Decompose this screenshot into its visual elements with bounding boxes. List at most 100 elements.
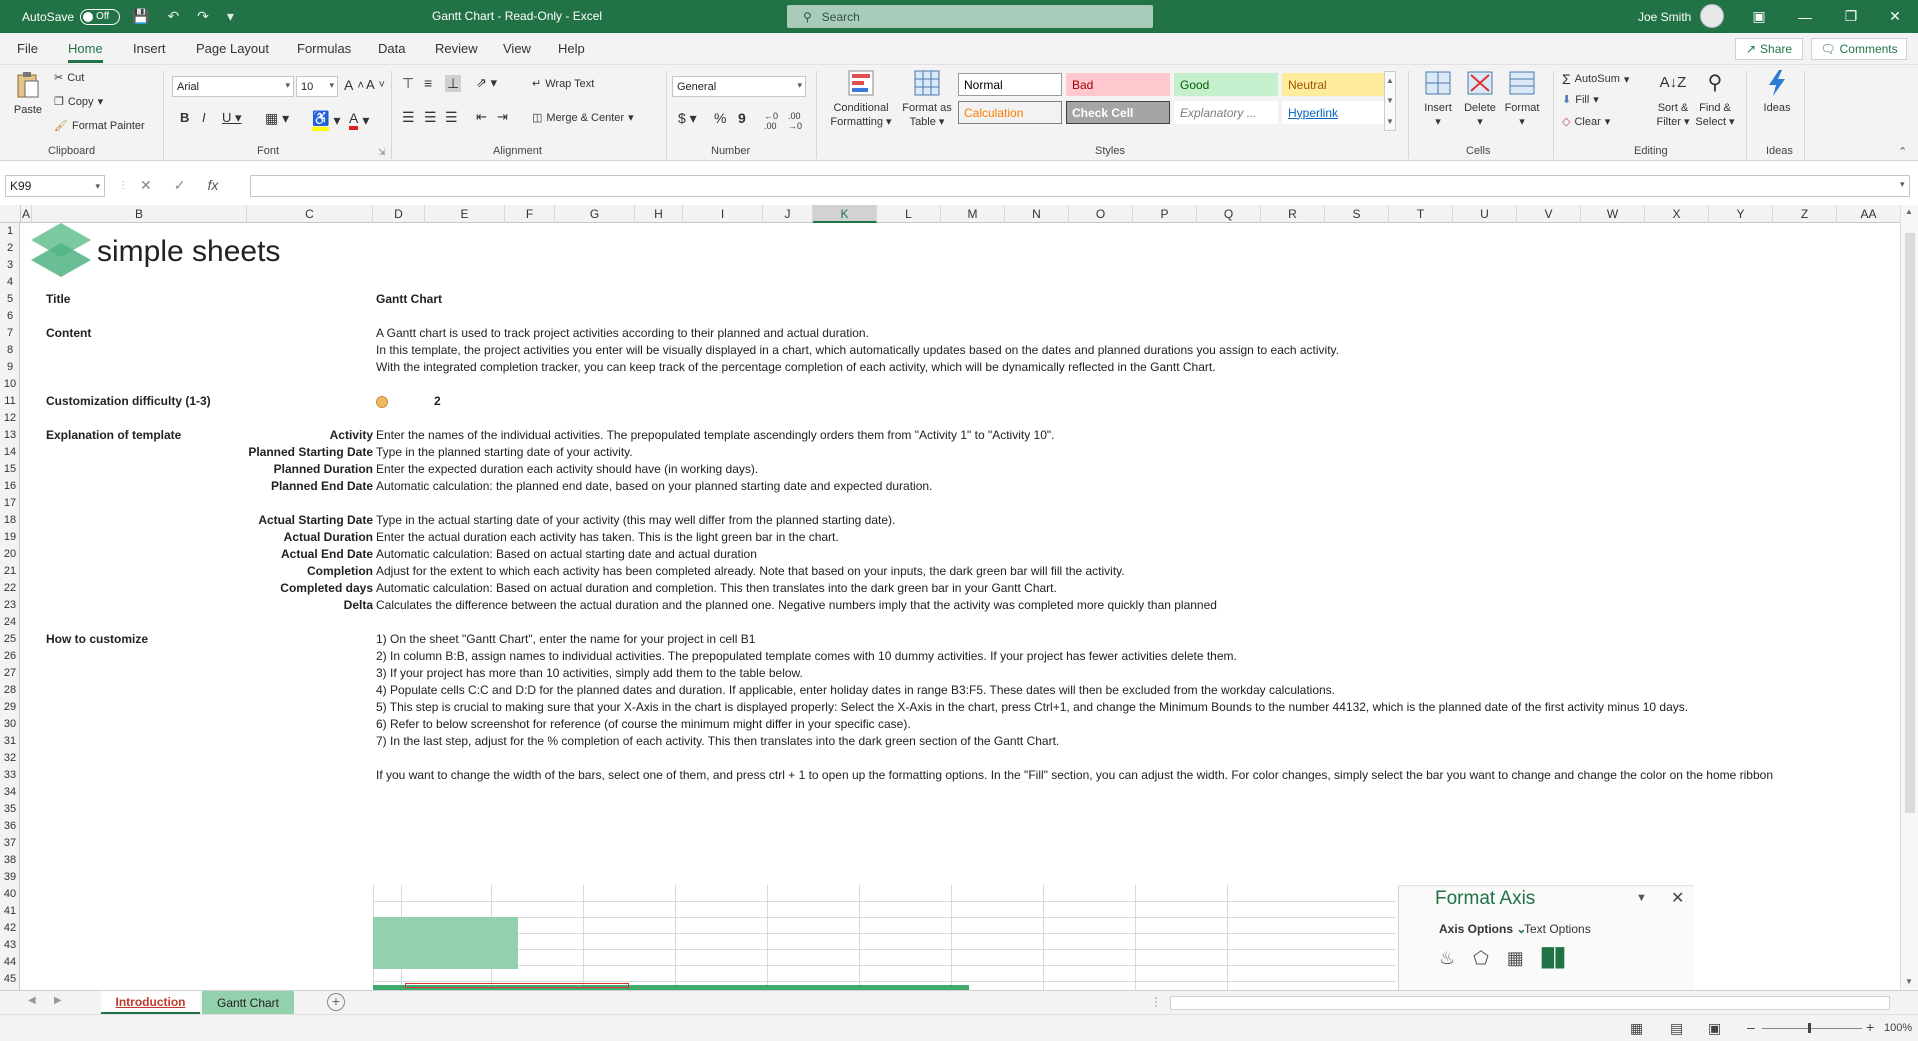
- font-shrink-icon[interactable]: A ˅: [366, 77, 385, 92]
- row-header[interactable]: 11: [0, 393, 20, 410]
- tab-review[interactable]: Review: [435, 41, 478, 56]
- column-header[interactable]: P: [1133, 205, 1197, 223]
- customize-toolbar-icon[interactable]: ▾: [227, 8, 234, 25]
- effects-icon[interactable]: ⬠: [1473, 948, 1489, 969]
- tab-axis-options[interactable]: Axis Options ⌄: [1439, 922, 1526, 936]
- underline-icon[interactable]: U ▾: [222, 110, 242, 126]
- column-header[interactable]: Q: [1197, 205, 1261, 223]
- undo-icon[interactable]: ↶: [167, 8, 179, 25]
- collapse-ribbon-icon[interactable]: ⌃: [1898, 145, 1907, 158]
- find-select-button[interactable]: ⚲ Find & Select ▾: [1694, 69, 1736, 129]
- close-pane-icon[interactable]: ✕: [1671, 888, 1684, 908]
- pane-options-icon[interactable]: ▼: [1636, 892, 1647, 904]
- worksheet-grid[interactable]: simple sheets Title Gantt Chart Content …: [21, 223, 1898, 990]
- row-header[interactable]: 16: [0, 478, 20, 495]
- actual-duration-bar[interactable]: [373, 917, 518, 969]
- increase-decimal-icon[interactable]: ←0.00: [764, 111, 778, 131]
- align-top-icon[interactable]: ⊤: [402, 75, 414, 92]
- row-header[interactable]: 40: [0, 886, 20, 903]
- italic-icon[interactable]: I: [202, 110, 206, 125]
- column-header[interactable]: I: [683, 205, 763, 223]
- horizontal-scrollbar[interactable]: [1170, 996, 1890, 1010]
- column-header[interactable]: J: [763, 205, 813, 223]
- column-header[interactable]: A: [21, 205, 32, 223]
- row-header[interactable]: 22: [0, 580, 20, 597]
- tab-data[interactable]: Data: [378, 41, 405, 56]
- styles-scroll-icon[interactable]: ▲ ▼ ▼: [1384, 71, 1396, 131]
- row-header[interactable]: 38: [0, 852, 20, 869]
- next-sheet-icon[interactable]: ▶: [54, 995, 62, 1006]
- cut-button[interactable]: ✂ Cut: [54, 71, 84, 85]
- enter-icon[interactable]: ✓: [174, 177, 186, 194]
- row-header[interactable]: 44: [0, 954, 20, 971]
- fill-line-icon[interactable]: ♨: [1439, 948, 1455, 969]
- currency-icon[interactable]: $ ▾: [678, 110, 697, 127]
- row-header[interactable]: 7: [0, 325, 20, 342]
- orientation-icon[interactable]: ⇗ ▾: [476, 75, 497, 91]
- conditional-formatting-button[interactable]: Conditional Formatting ▾: [824, 69, 898, 129]
- row-header[interactable]: 20: [0, 546, 20, 563]
- page-break-view-icon[interactable]: ▣: [1708, 1020, 1721, 1037]
- align-right-icon[interactable]: ☰: [445, 109, 458, 126]
- row-header[interactable]: 1: [0, 223, 20, 240]
- avatar[interactable]: [1700, 4, 1724, 28]
- column-header[interactable]: T: [1389, 205, 1453, 223]
- row-header[interactable]: 12: [0, 410, 20, 427]
- row-header[interactable]: 3: [0, 257, 20, 274]
- sheet-tab-gantt-chart[interactable]: Gantt Chart: [202, 991, 294, 1015]
- zoom-out-icon[interactable]: –: [1747, 1019, 1755, 1035]
- row-header[interactable]: 43: [0, 937, 20, 954]
- row-header[interactable]: 34: [0, 784, 20, 801]
- insert-cells-button[interactable]: Insert ▾: [1416, 69, 1460, 129]
- column-header[interactable]: L: [877, 205, 941, 223]
- axis-options-icon[interactable]: ▉▋: [1542, 948, 1570, 969]
- scroll-down-icon[interactable]: ▼: [1905, 977, 1913, 986]
- row-header[interactable]: 31: [0, 733, 20, 750]
- style-good[interactable]: Good: [1174, 73, 1278, 96]
- restore-icon[interactable]: ❐: [1828, 0, 1874, 33]
- row-header[interactable]: 33: [0, 767, 20, 784]
- row-header[interactable]: 15: [0, 461, 20, 478]
- cancel-icon[interactable]: ✕: [140, 177, 152, 194]
- align-bottom-icon[interactable]: ⊥: [445, 75, 462, 92]
- column-header[interactable]: N: [1005, 205, 1069, 223]
- column-header[interactable]: U: [1453, 205, 1517, 223]
- page-layout-view-icon[interactable]: ▤: [1670, 1020, 1683, 1037]
- column-header[interactable]: M: [941, 205, 1005, 223]
- column-header[interactable]: S: [1325, 205, 1389, 223]
- vertical-scrollbar[interactable]: ▲ ▼: [1900, 205, 1918, 990]
- column-header[interactable]: D: [373, 205, 425, 223]
- column-header[interactable]: V: [1517, 205, 1581, 223]
- align-center-icon[interactable]: ☰: [424, 109, 437, 126]
- style-neutral[interactable]: Neutral: [1282, 73, 1386, 96]
- tab-file[interactable]: File: [17, 41, 38, 56]
- zoom-level[interactable]: 100%: [1884, 1022, 1912, 1034]
- autosave-control[interactable]: AutoSave Off: [22, 0, 121, 33]
- decrease-decimal-icon[interactable]: .00 →0: [788, 111, 802, 131]
- row-header[interactable]: 39: [0, 869, 20, 886]
- format-painter-button[interactable]: 🖌 Format Painter: [54, 119, 145, 133]
- row-header[interactable]: 28: [0, 682, 20, 699]
- row-header[interactable]: 25: [0, 631, 20, 648]
- column-header[interactable]: C: [247, 205, 373, 223]
- row-header[interactable]: 13: [0, 427, 20, 444]
- ideas-button[interactable]: Ideas: [1758, 69, 1796, 115]
- tab-home[interactable]: Home: [68, 41, 103, 63]
- row-header[interactable]: 42: [0, 920, 20, 937]
- zoom-slider[interactable]: [1762, 1028, 1862, 1029]
- tab-splitter-icon[interactable]: ⋮: [1150, 995, 1162, 1009]
- decrease-indent-icon[interactable]: ⇤: [476, 109, 487, 125]
- merge-center-button[interactable]: ◫ Merge & Center ▾: [532, 111, 634, 125]
- format-cells-button[interactable]: Format ▾: [1500, 69, 1544, 129]
- tab-formulas[interactable]: Formulas: [297, 41, 351, 56]
- column-header[interactable]: AA: [1837, 205, 1898, 223]
- font-color-icon[interactable]: A ▾: [349, 110, 369, 130]
- comments-button[interactable]: 🗨 Comments: [1811, 38, 1907, 60]
- expand-formula-bar-icon[interactable]: ▾: [1900, 179, 1905, 190]
- format-as-table-button[interactable]: Format as Table ▾: [898, 69, 956, 129]
- formula-input[interactable]: [250, 175, 1910, 197]
- fill-color-icon[interactable]: ♿ ▾: [312, 110, 340, 131]
- row-header[interactable]: 18: [0, 512, 20, 529]
- row-header[interactable]: 29: [0, 699, 20, 716]
- style-explanatory[interactable]: Explanatory ...: [1174, 101, 1278, 124]
